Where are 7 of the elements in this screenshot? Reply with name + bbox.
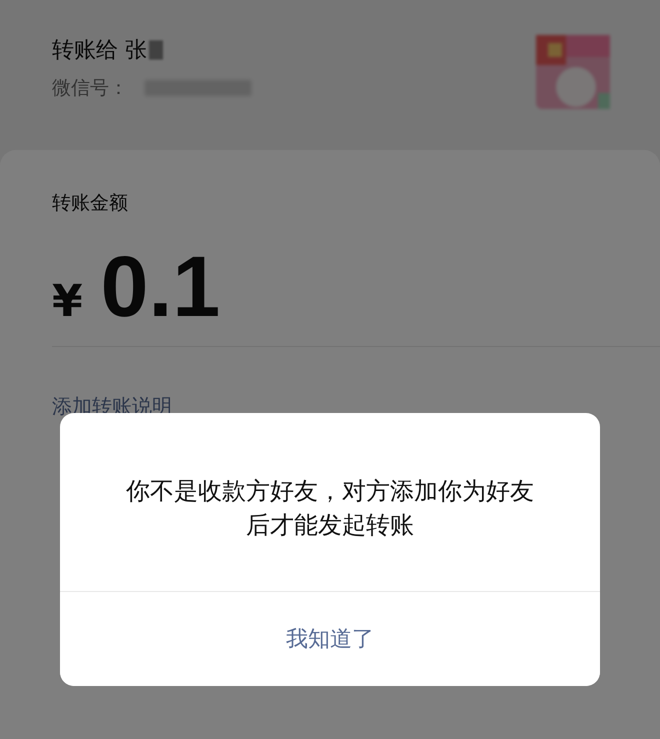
wechat-id-label: 微信号： [52, 76, 128, 101]
dialog-message: 你不是收款方好友，对方添加你为好友后才能发起转账 [125, 476, 535, 541]
amount-label: 转账金额 [52, 191, 128, 216]
amount-value: 0.1 [100, 242, 220, 332]
redacted-mark [149, 39, 163, 61]
recipient-title: 转账给 张 [52, 37, 147, 65]
currency-symbol: ¥ [52, 276, 83, 327]
